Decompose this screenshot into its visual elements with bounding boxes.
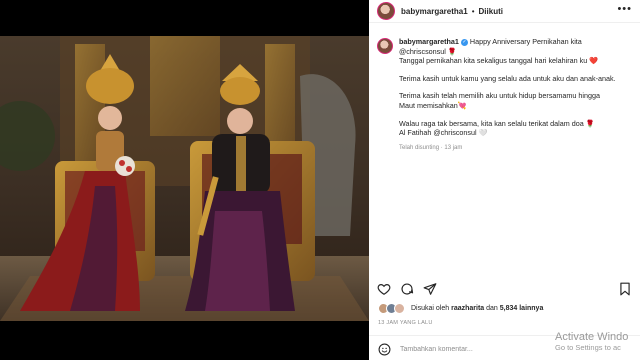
caption-paragraph-3b: Maut memisahkan💘: [399, 100, 467, 110]
verified-icon: ✓: [460, 38, 468, 46]
likes-count[interactable]: 5,834 lainnya: [500, 305, 544, 312]
caption-avatar[interactable]: [377, 38, 393, 54]
post-caption: babymargaretha1 ✓ Happy Anniversary Pern…: [377, 37, 635, 153]
watermark-line-1: Activate Windo: [555, 331, 629, 343]
bookmark-icon[interactable]: [618, 282, 632, 296]
caption-line-3: Tanggal pernikahan kita sekaligus tangga…: [399, 56, 599, 66]
share-icon[interactable]: [423, 282, 437, 296]
caption-paragraph-3a: Terima kasih telah memilih aku untuk hid…: [399, 91, 600, 101]
post-time-ago: 13 JAM YANG LALU: [378, 320, 433, 326]
caption-paragraph-2: Terima kasih untuk kamu yang selalu ada …: [399, 73, 616, 83]
comment-input[interactable]: [400, 345, 550, 353]
instagram-post-modal: babymargaretha1 • Diikuti ••• babymargar…: [0, 0, 640, 360]
modal-backdrop-bottom: [0, 321, 369, 360]
likes-middle: dan: [486, 305, 498, 312]
more-icon[interactable]: •••: [617, 3, 632, 15]
likes-user[interactable]: raazharita: [451, 305, 484, 312]
wedding-photo-illustration: [0, 36, 369, 321]
modal-backdrop-top: [0, 0, 369, 36]
caption-username[interactable]: babymargaretha1: [399, 37, 459, 46]
author-username[interactable]: babymargaretha1: [401, 7, 468, 16]
edited-timestamp: Telah disunting · 13 jam: [399, 144, 463, 151]
header-separator: •: [471, 6, 475, 16]
likes-prefix: Disukai oleh: [411, 305, 450, 312]
heart-icon[interactable]: [377, 282, 391, 296]
emoji-icon[interactable]: [378, 343, 391, 356]
watermark-line-2: Go to Settings to ac: [555, 343, 621, 352]
post-photo[interactable]: [0, 36, 369, 321]
caption-mention-1[interactable]: @chriscsonsul 🌹: [399, 47, 635, 57]
comment-icon[interactable]: [400, 282, 414, 296]
caption-line-1: Happy Anniversary Pernikahan kita: [469, 37, 582, 46]
post-actions: [377, 278, 632, 300]
following-button[interactable]: Diikuti: [479, 7, 503, 16]
post-header: babymargaretha1 • Diikuti •••: [369, 0, 640, 23]
likes-summary: Disukai oleh raazharita dan 5,834 lainny…: [378, 303, 633, 314]
caption-paragraph-4b: Al Fatihah @chrisconsul 🤍: [399, 128, 488, 138]
windows-activation-watermark: Activate Windo Go to Settings to ac: [555, 331, 628, 352]
author-avatar[interactable]: [377, 2, 395, 20]
caption-paragraph-4a: Walau raga tak bersama, kita kan selalu …: [399, 118, 595, 128]
liker-avatars: [378, 303, 405, 314]
liker-avatar[interactable]: [394, 303, 405, 314]
